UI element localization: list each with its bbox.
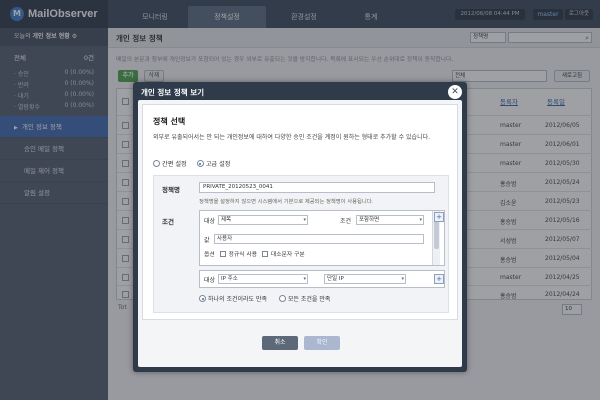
- policy-name-hint: 정책명을 설정하지 않으면 시스템에서 기본으로 제공되는 정책명이 사용됩니다…: [199, 199, 374, 205]
- match-any-label: 하나의 조건이라도 만족: [208, 296, 268, 303]
- scrollbar-thumb[interactable]: [434, 219, 439, 249]
- condition-type-select[interactable]: 포함하면: [356, 215, 424, 225]
- policy-name-label: 정책명: [162, 186, 180, 194]
- match-all-radio[interactable]: [278, 295, 286, 302]
- dialog-title: 개인 정보 정책 보기: [141, 88, 205, 97]
- add-condition-icon[interactable]: +: [434, 212, 444, 222]
- policy-form: 정책명 PRIVATE_20120523_0041 정책명을 설정하지 않으면 …: [153, 175, 449, 313]
- target-select[interactable]: 제목: [218, 215, 308, 225]
- add-condition-icon[interactable]: +: [434, 274, 444, 284]
- regex-label: 정규식 사용: [228, 252, 258, 258]
- case-sensitive-label: 대소문자 구분: [270, 252, 305, 258]
- condition-list: 대상 제목 조건 포함하면 값 사용자 옵션 정규식 사용 대소문자 구분: [199, 210, 445, 266]
- mode-simple-label: 간편 설정: [162, 161, 187, 168]
- target2-condition-select[interactable]: 단일 IP: [324, 274, 406, 284]
- target-label: 대상: [204, 218, 216, 225]
- section-title: 정책 선택: [153, 117, 186, 126]
- confirm-button[interactable]: 확인: [304, 336, 340, 350]
- option-label: 옵션: [204, 252, 215, 258]
- value-label: 값: [204, 237, 210, 244]
- mode-radio-group: 간편 설정 고급 설정: [153, 159, 238, 168]
- dialog-body: 정책 선택 외부로 유출되어서는 안 되는 개인정보에 대하여 다양한 승인 조…: [138, 100, 462, 367]
- match-radio-group: 하나의 조건이라도 만족 모든 조건을 만족: [199, 294, 340, 303]
- condition-type-label: 조건: [340, 218, 352, 225]
- policy-card: 정책 선택 외부로 유출되어서는 안 되는 개인정보에 대하여 다양한 승인 조…: [142, 104, 458, 320]
- policy-view-dialog: 개인 정보 정책 보기 ✕ 정책 선택 외부로 유출되어서는 안 되는 개인정보…: [133, 82, 467, 372]
- option-row: 옵션 정규식 사용 대소문자 구분: [204, 249, 308, 258]
- case-sensitive-checkbox[interactable]: [261, 250, 268, 257]
- mode-advanced-radio[interactable]: [196, 160, 204, 167]
- close-icon[interactable]: ✕: [448, 85, 462, 99]
- section-description: 외부로 유출되어서는 안 되는 개인정보에 대하여 다양한 승인 조건을 계정이…: [153, 134, 431, 141]
- target2-select[interactable]: IP 주소: [218, 274, 308, 284]
- cancel-button[interactable]: 취소: [262, 336, 298, 350]
- condition-item-2: 대상 IP 주소 단일 IP: [199, 270, 445, 288]
- match-all-label: 모든 조건을 만족: [287, 296, 331, 303]
- value-input[interactable]: 사용자: [214, 234, 424, 244]
- mode-advanced-label: 고급 설정: [205, 161, 231, 168]
- regex-checkbox[interactable]: [219, 250, 226, 257]
- condition-label: 조건: [162, 218, 174, 226]
- target2-label: 대상: [204, 277, 216, 284]
- policy-name-input[interactable]: PRIVATE_20120523_0041: [199, 182, 435, 193]
- match-any-radio[interactable]: [199, 295, 206, 302]
- mode-simple-radio[interactable]: [153, 160, 160, 167]
